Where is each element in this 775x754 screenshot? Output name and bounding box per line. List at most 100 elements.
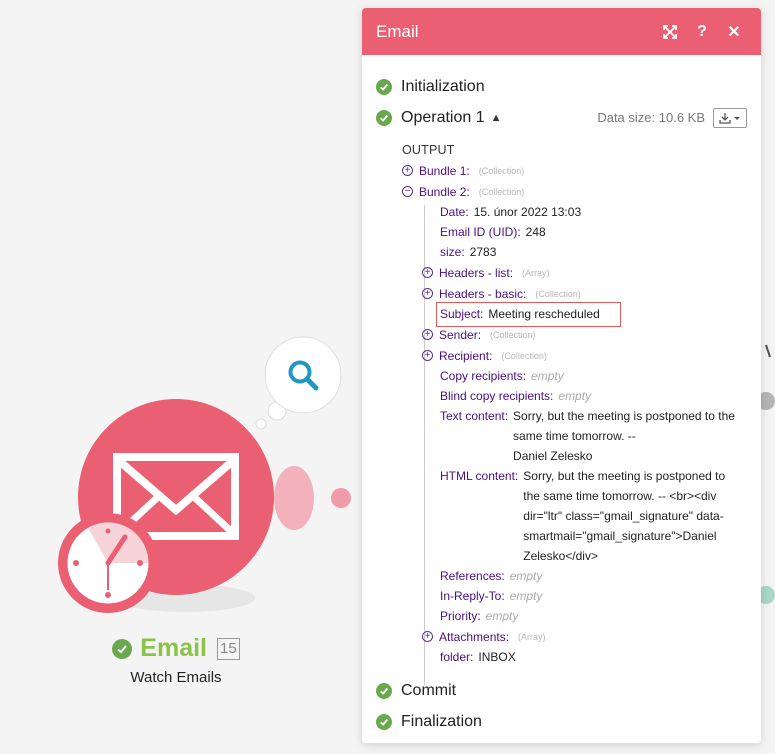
output-panel: Email ? ✕ Initialization Operation 1 ▲ D…	[362, 8, 761, 743]
field-type: (Collection)	[535, 289, 581, 299]
connector-dot	[331, 488, 351, 508]
close-icon[interactable]: ✕	[721, 19, 747, 45]
output-heading: OUTPUT	[402, 143, 455, 157]
field-key: size:	[440, 245, 465, 259]
field-key: References:	[440, 569, 505, 583]
clock-icon[interactable]	[58, 513, 158, 613]
field-recipient[interactable]: + Recipient: (Collection)	[422, 346, 547, 366]
step-label: Initialization	[401, 77, 485, 95]
field-value: empty	[509, 589, 543, 603]
output-tree: + Bundle 1: (Collection) − Bundle 2: (Co…	[402, 161, 747, 685]
check-icon	[376, 78, 392, 95]
step-initialization[interactable]: Initialization	[376, 71, 747, 102]
search-bubble[interactable]	[264, 336, 342, 414]
text-line: smartmail="gmail_signature">Daniel	[523, 529, 717, 543]
field-key: In-Reply-To:	[440, 589, 505, 603]
text-line: Zelesko</div>	[523, 549, 598, 563]
field-value: 15. únor 2022 13:03	[473, 205, 582, 219]
field-date: Date: 15. únor 2022 13:03	[440, 202, 581, 222]
text-line: Sorry, but the meeting is postponed to	[523, 469, 726, 483]
field-type: (Array)	[518, 632, 546, 642]
field-attachments[interactable]: + Attachments: (Array)	[422, 627, 546, 647]
field-in-reply-to: In-Reply-To: empty	[440, 586, 542, 606]
field-key: Copy recipients:	[440, 369, 527, 383]
check-icon	[376, 109, 392, 126]
module-title-row: Email 15	[60, 634, 292, 663]
step-label: Finalization	[401, 712, 482, 730]
field-value: Sorry, but the meeting is postponed to t…	[513, 406, 735, 466]
field-key: HTML content:	[440, 469, 519, 483]
field-priority: Priority: empty	[440, 606, 518, 626]
text-line: Daniel Zelesko	[513, 449, 593, 463]
expand-plus-icon[interactable]: +	[422, 267, 433, 278]
operation-meta: Data size: 10.6 KB	[597, 107, 747, 128]
field-type: (Array)	[522, 268, 550, 278]
field-copy-recipients: Copy recipients: empty	[440, 366, 564, 386]
text-line: the same time tomorrow. -- <br><div	[523, 489, 717, 503]
field-html-content: HTML content: Sorry, but the meeting is …	[440, 466, 725, 566]
field-key: Priority:	[440, 609, 481, 623]
bundle-1-key: Bundle 1:	[419, 164, 470, 178]
expand-plus-icon[interactable]: +	[422, 631, 433, 642]
bundle-2-row[interactable]: − Bundle 2: (Collection)	[402, 182, 524, 202]
step-operation[interactable]: Operation 1 ▲ Data size: 10.6 KB	[376, 102, 747, 133]
panel-header: Email ? ✕	[362, 8, 761, 55]
field-key: folder:	[440, 650, 474, 664]
field-type: (Collection)	[490, 330, 536, 340]
field-email-id: Email ID (UID): 248	[440, 222, 546, 242]
field-key: Blind copy recipients:	[440, 389, 554, 403]
field-key: Text content:	[440, 409, 509, 423]
download-icon	[719, 112, 740, 124]
bundle-2-key: Bundle 2:	[419, 185, 470, 199]
expand-plus-icon[interactable]: +	[422, 350, 433, 361]
subject-highlight-box	[436, 302, 621, 327]
field-key: Date:	[440, 205, 469, 219]
bundle-2-type: (Collection)	[478, 187, 525, 197]
download-button[interactable]	[713, 107, 747, 128]
connector-half-circle	[274, 466, 314, 530]
data-size: Data size: 10.6 KB	[597, 110, 705, 125]
field-value: empty	[509, 569, 543, 583]
field-value: Sorry, but the meeting is postponed to t…	[523, 466, 725, 566]
module-subtitle: Watch Emails	[130, 669, 222, 686]
field-type: (Collection)	[501, 351, 547, 361]
field-value: empty	[531, 369, 564, 383]
step-finalization[interactable]: Finalization	[376, 706, 747, 737]
edge-connector	[765, 344, 771, 358]
field-key: Headers - list:	[439, 266, 514, 280]
field-key: Email ID (UID):	[440, 225, 521, 239]
module-check-icon	[112, 638, 133, 659]
check-icon	[376, 682, 392, 699]
field-key: Sender:	[439, 328, 482, 342]
expand-plus-icon[interactable]: +	[422, 288, 433, 299]
text-line: same time tomorrow. --	[513, 429, 636, 443]
collapse-minus-icon[interactable]: −	[402, 186, 413, 197]
step-label: Commit	[401, 681, 457, 699]
field-headers-list[interactable]: + Headers - list: (Array)	[422, 263, 550, 283]
caret-up-icon[interactable]: ▲	[491, 112, 502, 124]
field-headers-basic[interactable]: + Headers - basic: (Collection)	[422, 284, 581, 304]
expand-plus-icon[interactable]: +	[402, 165, 413, 176]
field-blind-copy: Blind copy recipients: empty	[440, 386, 591, 406]
module-label: Email 15 Watch Emails	[60, 634, 292, 686]
expand-icon[interactable]	[657, 19, 683, 45]
field-value: INBOX	[478, 650, 516, 664]
expand-plus-icon[interactable]: +	[422, 329, 433, 340]
panel-body: Initialization Operation 1 ▲ Data size: …	[362, 55, 761, 737]
module-title[interactable]: Email	[140, 634, 207, 663]
field-key: Attachments:	[439, 630, 510, 644]
field-key: Headers - basic:	[439, 287, 527, 301]
help-icon[interactable]: ?	[689, 19, 715, 45]
module-id-badge: 15	[217, 637, 240, 660]
step-label: Operation 1	[401, 108, 485, 126]
check-icon	[376, 713, 392, 730]
field-references: References: empty	[440, 566, 542, 586]
field-text-content: Text content: Sorry, but the meeting is …	[440, 406, 735, 466]
field-value: 248	[525, 225, 546, 239]
field-value: empty	[558, 389, 592, 403]
field-value: 2783	[469, 245, 497, 259]
bundle-1-type: (Collection)	[478, 166, 525, 176]
bundle-1-row[interactable]: + Bundle 1: (Collection)	[402, 161, 524, 181]
text-line: Sorry, but the meeting is postponed to t…	[513, 409, 735, 423]
field-sender[interactable]: + Sender: (Collection)	[422, 325, 536, 345]
